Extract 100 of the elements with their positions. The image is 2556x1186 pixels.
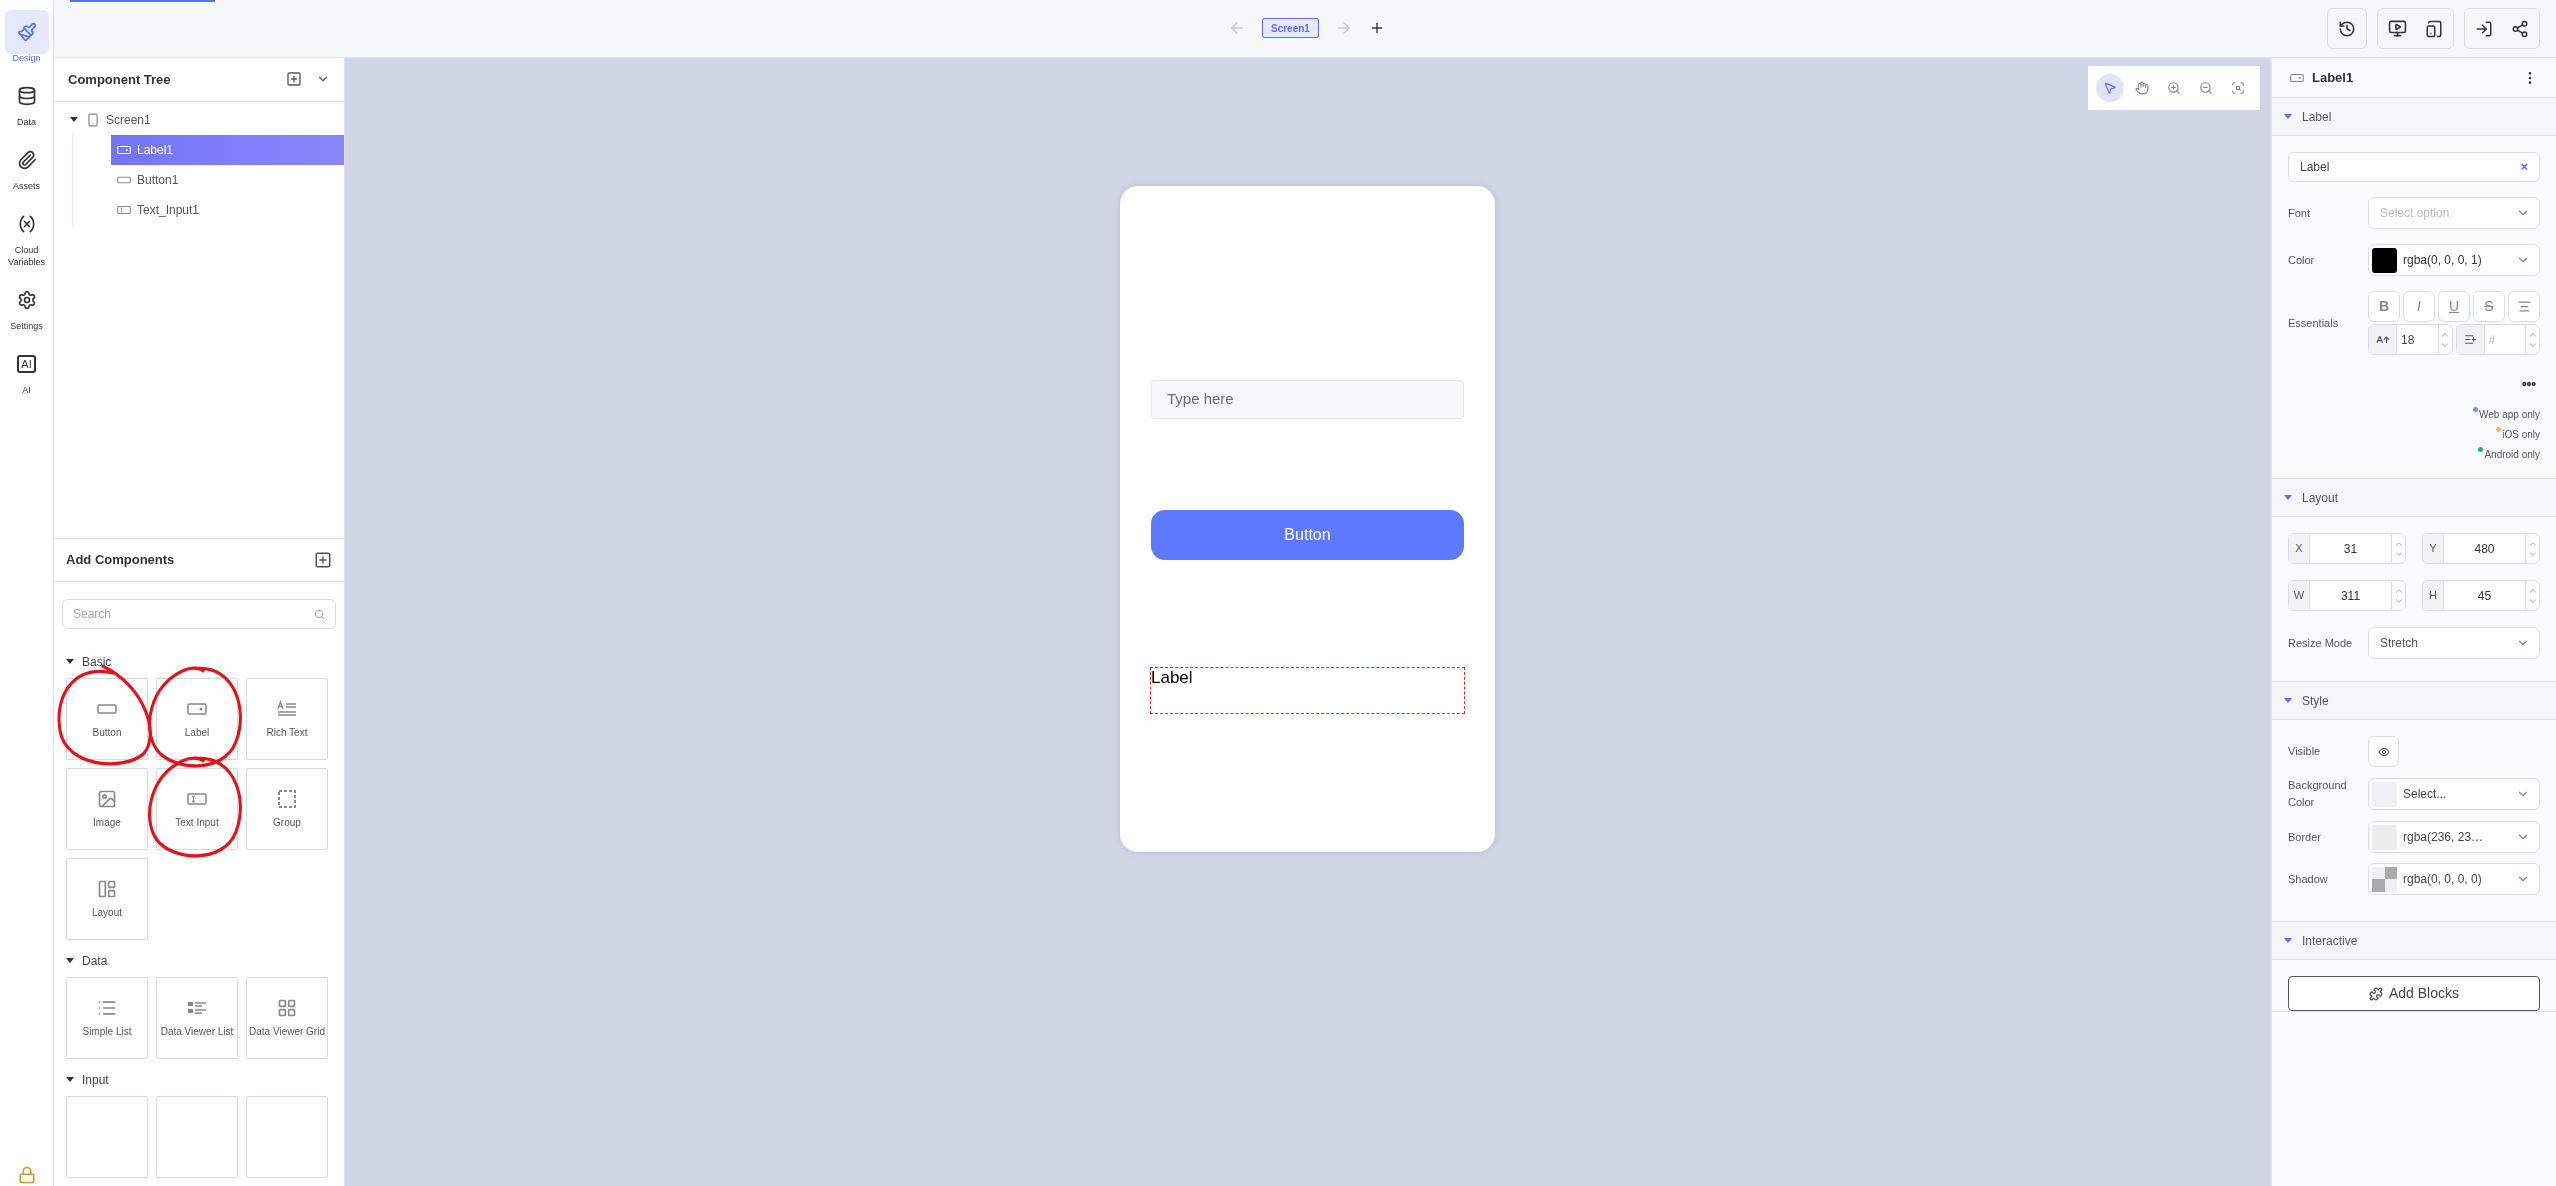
caret-icon[interactable] <box>70 116 78 123</box>
component-tile[interactable] <box>246 1096 328 1178</box>
dropdown[interactable]: rgba(0, 0, 0, 0) <box>2368 863 2540 895</box>
component-tile[interactable]: Button <box>66 678 148 760</box>
field-label: Color <box>2288 252 2316 268</box>
number-field[interactable]: Y 480 <box>2422 533 2540 564</box>
dropdown[interactable]: rgba(0, 0, 0, 1) <box>2368 244 2540 276</box>
rail-item[interactable]: Settings <box>2 278 51 336</box>
section-header[interactable]: Interactive <box>2272 922 2556 960</box>
section-header[interactable]: Layout <box>2272 479 2556 517</box>
dropdown[interactable]: Stretch <box>2368 627 2540 659</box>
color-swatch <box>2372 781 2397 807</box>
paintbrush-icon <box>16 22 37 42</box>
platform-note: Android only <box>2484 448 2540 462</box>
number-field[interactable]: H 45 <box>2422 580 2540 611</box>
rich-text-icon <box>277 699 297 719</box>
rail-item[interactable]: AI AI <box>2 342 51 400</box>
search-icon <box>314 608 325 620</box>
section-header[interactable]: Style <box>2272 682 2556 720</box>
component-tile[interactable]: Image <box>66 768 148 850</box>
category-header[interactable]: Data <box>66 948 332 974</box>
font-size-field[interactable]: 18 <box>2368 324 2453 355</box>
number-field[interactable]: X 31 <box>2288 533 2406 564</box>
app-button[interactable]: Button <box>1151 510 1464 560</box>
grid-icon <box>277 998 297 1018</box>
field-label: Background Color <box>2288 778 2348 810</box>
align-button[interactable] <box>2508 291 2540 322</box>
canvas-tool[interactable] <box>2096 74 2124 102</box>
component-tile[interactable]: Data Viewer Grid <box>246 977 328 1059</box>
underline-button[interactable]: U <box>2438 291 2470 322</box>
line-height-icon <box>2463 333 2477 346</box>
strikethrough-button[interactable]: S <box>2473 291 2505 322</box>
bold-button[interactable]: B <box>2368 291 2400 322</box>
add-icon[interactable] <box>314 551 332 569</box>
puzzle-icon <box>2368 986 2383 1001</box>
component-tile[interactable]: Text Input <box>156 768 238 850</box>
rail-item[interactable]: Cloud Variables <box>2 202 51 272</box>
label-text-field[interactable]: Label × <box>2288 152 2540 182</box>
caret-icon[interactable] <box>66 659 74 665</box>
visibility-toggle[interactable] <box>2368 736 2399 767</box>
settings-icon <box>16 290 37 310</box>
tree-item[interactable]: Text_Input1 <box>111 194 344 225</box>
dropdown[interactable]: rgba(236, 23… <box>2368 821 2540 853</box>
panel-title: Component Tree <box>68 70 171 89</box>
field-label: Border <box>2288 829 2323 845</box>
caret-icon[interactable] <box>66 958 74 964</box>
tree-item[interactable]: Screen1 <box>68 104 344 135</box>
component-tile[interactable]: Data Viewer List <box>156 977 238 1059</box>
component-tile[interactable]: Label <box>156 678 238 760</box>
align-icon <box>2516 299 2532 314</box>
color-swatch <box>2372 824 2397 850</box>
desktop-play-icon[interactable] <box>2388 19 2407 38</box>
panel-title: Add Components <box>66 551 175 570</box>
component-tile[interactable]: Group <box>246 768 328 850</box>
component-tile[interactable]: Simple List <box>66 977 148 1059</box>
phone-icon <box>86 112 100 127</box>
text-input-field[interactable]: Type here <box>1151 380 1464 419</box>
tag-rectangle-icon <box>2290 71 2304 84</box>
fit-screen-icon <box>2231 81 2245 95</box>
tree-item[interactable]: Button1 <box>111 164 344 195</box>
app-label: Label <box>1151 668 1464 713</box>
phone-enter-icon[interactable] <box>2475 19 2493 38</box>
field-label: Essentials <box>2288 315 2340 331</box>
lock-icon[interactable] <box>17 1166 36 1184</box>
component-tile[interactable]: Rich Text <box>246 678 328 760</box>
hand-icon <box>2135 81 2149 95</box>
field-label: Font <box>2288 205 2311 221</box>
tree-item[interactable]: Label1 <box>111 134 344 165</box>
caret-icon[interactable] <box>66 1077 74 1083</box>
field-label: Visible <box>2288 744 2322 760</box>
number-field[interactable]: W 311 <box>2288 580 2406 611</box>
italic-button[interactable]: I <box>2403 291 2435 322</box>
component-tile[interactable]: Layout <box>66 858 148 940</box>
category-header[interactable]: Basic <box>66 649 332 675</box>
field-label: Resize Mode <box>2288 635 2354 651</box>
section-header[interactable]: Label <box>2272 98 2556 136</box>
screen-tab[interactable]: Screen1 <box>1262 18 1319 38</box>
add-screen-icon[interactable] <box>286 70 302 89</box>
component-name: Label1 <box>2312 68 2354 87</box>
add-blocks-button[interactable]: Add Blocks <box>2288 976 2540 1011</box>
rail-item[interactable]: Assets <box>2 138 51 196</box>
component-tile[interactable] <box>66 1096 148 1178</box>
color-swatch <box>2372 247 2397 273</box>
pointer-icon <box>2103 81 2117 95</box>
platform-note: iOS only <box>2502 428 2540 442</box>
dropdown[interactable]: Select... <box>2368 778 2540 810</box>
zoom-in-icon <box>2167 81 2181 95</box>
paperclip-icon <box>16 150 37 170</box>
category-header[interactable]: Input <box>66 1067 332 1093</box>
component-tile[interactable] <box>156 1096 238 1178</box>
database-icon <box>16 86 37 106</box>
share-icon[interactable] <box>2511 19 2529 38</box>
eye-icon <box>2377 745 2390 758</box>
platform-note: Web app only <box>2479 408 2540 422</box>
history-icon[interactable] <box>2338 19 2356 38</box>
list-icon <box>97 998 117 1018</box>
field-label: Shadow <box>2288 871 2329 887</box>
transparent-swatch <box>2372 866 2397 892</box>
clear-icon[interactable]: × <box>2520 157 2528 177</box>
rail-item[interactable]: Data <box>2 74 51 132</box>
